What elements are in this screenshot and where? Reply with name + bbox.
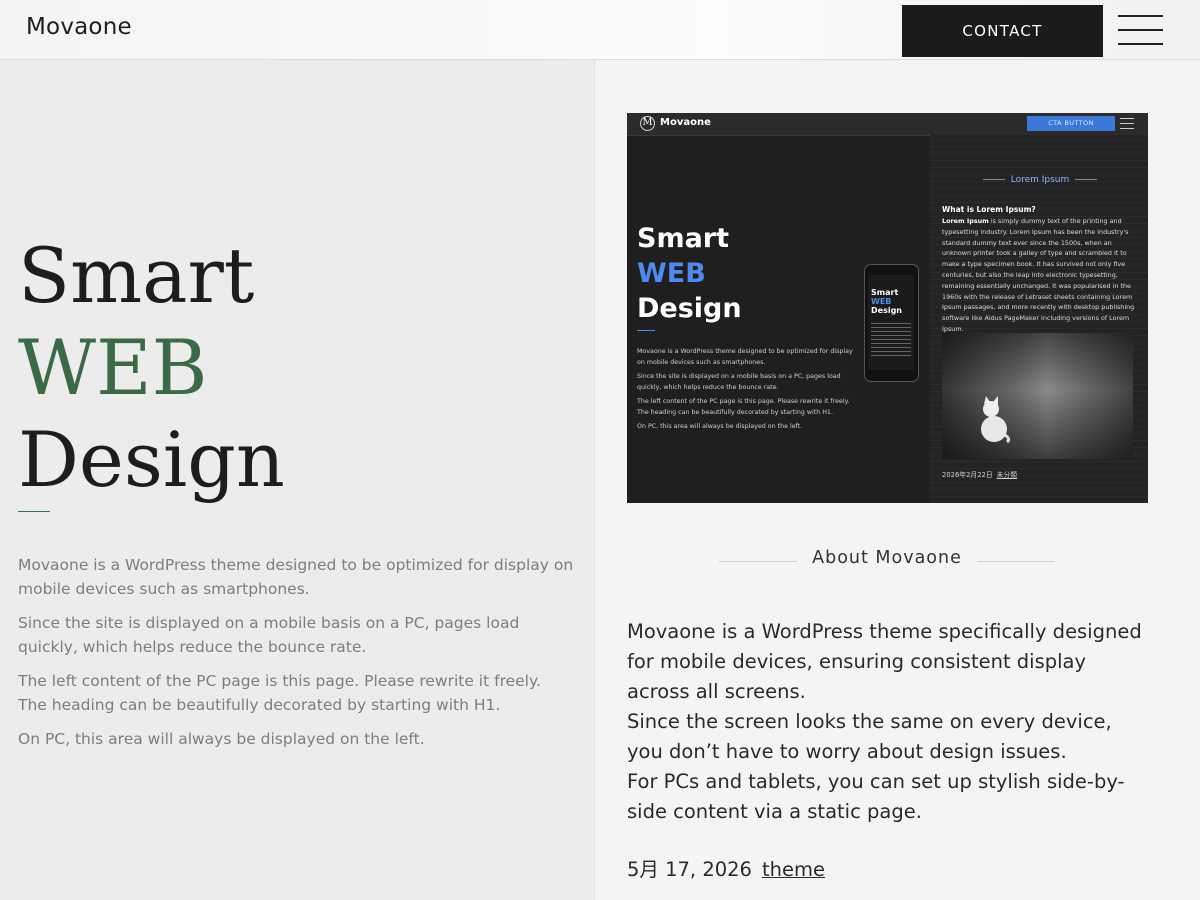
about-line: for mobile devices, ensuring consistent … [627,650,1087,673]
right-panel: M Movaone CTA BUTTON Smart WEB Design Mo… [594,60,1200,900]
preview-title-line2: WEB [637,258,706,289]
post-date: 5月 17, 2026 [627,858,752,881]
about-line: across all screens. [627,680,806,703]
hero-title-line1: Smart [18,231,255,320]
preview-divider [637,330,655,331]
hamburger-menu-icon[interactable] [1118,13,1164,47]
hero-description: Movaone is a WordPress theme designed to… [18,553,574,761]
preview-title-line1: Smart [637,223,730,254]
preview-paragraph: Since the site is displayed on a mobile … [637,373,841,391]
preview-cat-photo [942,333,1133,459]
about-line: Since the screen looks the same on every… [627,710,1112,733]
preview-body-text: Lorem Ipsum is simply dummy text of the … [942,216,1142,335]
hero-paragraph: The left content of the PC page is this … [18,672,541,714]
preview-paragraph: On PC, this area will always be displaye… [637,423,803,430]
preview-header: M Movaone CTA BUTTON [627,113,1148,136]
contact-button[interactable]: CONTACT [902,5,1103,57]
hero-paragraph: On PC, this area will always be displaye… [18,730,425,748]
preview-hero-title: Smart WEB Design [637,221,862,326]
preview-paragraph: The left content of the PC page is this … [637,398,850,416]
preview-section-heading: Lorem Ipsum [950,175,1130,185]
preview-body-lead: Lorem Ipsum [942,217,989,225]
preview-post-date: 2026年2月22日 [942,471,993,479]
hero-title-line2: WEB [18,323,208,412]
preview-phone-text-lines [871,323,911,359]
hero-paragraph: Movaone is a WordPress theme designed to… [18,556,574,598]
theme-preview-image: M Movaone CTA BUTTON Smart WEB Design Mo… [627,113,1148,503]
preview-phone-screen: Smart WEB Design [868,275,914,370]
preview-question: What is Lorem Ipsum? [942,205,1036,214]
about-heading-line-right [977,561,1055,562]
preview-phone-title-line1: Smart [871,288,899,297]
tag-link-theme[interactable]: theme [762,858,825,881]
about-description: Movaone is a WordPress theme specificall… [627,617,1157,827]
preview-paragraph: Movaone is a WordPress theme designed to… [637,348,853,366]
preview-post-meta: 2026年2月22日 未分類 [942,469,1017,479]
preview-cta-button: CTA BUTTON [1027,116,1115,131]
preview-post-category: 未分類 [996,471,1018,479]
about-line: Movaone is a WordPress theme specificall… [627,620,1142,643]
about-line: side content via a static page. [627,800,922,823]
preview-phone-mockup: Smart WEB Design [864,264,919,382]
preview-body-rest: is simply dummy text of the printing and… [942,217,1135,333]
preview-logo: Movaone [660,117,711,128]
preview-phone-title-line2: WEB [871,297,892,306]
hero-divider [18,511,50,512]
hero-paragraph: Since the site is displayed on a mobile … [18,614,520,656]
preview-hero: Smart WEB Design Movaone is a WordPress … [637,221,862,437]
preview-phone-title: Smart WEB Design [871,288,902,315]
left-panel: Smart WEB Design Movaone is a WordPress … [0,60,594,900]
cat-icon [981,396,1011,443]
site-header: Movaone CONTACT [0,0,1200,60]
preview-logo-icon: M [640,116,655,131]
preview-content-column: Lorem Ipsum What is Lorem Ipsum? Lorem I… [930,135,1148,503]
preview-description: Movaone is a WordPress theme designed to… [637,347,862,433]
hero-title-line3: Design [18,415,285,504]
site-logo[interactable]: Movaone [26,14,132,40]
preview-title-line3: Design [637,293,742,324]
about-line: you don’t have to worry about design iss… [627,740,1067,763]
preview-menu-icon [1120,118,1134,129]
post-meta: 5月 17, 2026 theme [627,853,825,882]
about-heading: About Movaone [812,548,962,568]
hero-title: Smart WEB Design [18,230,285,506]
about-line: For PCs and tablets, you can set up styl… [627,770,1125,793]
preview-phone-title-line3: Design [871,306,902,315]
